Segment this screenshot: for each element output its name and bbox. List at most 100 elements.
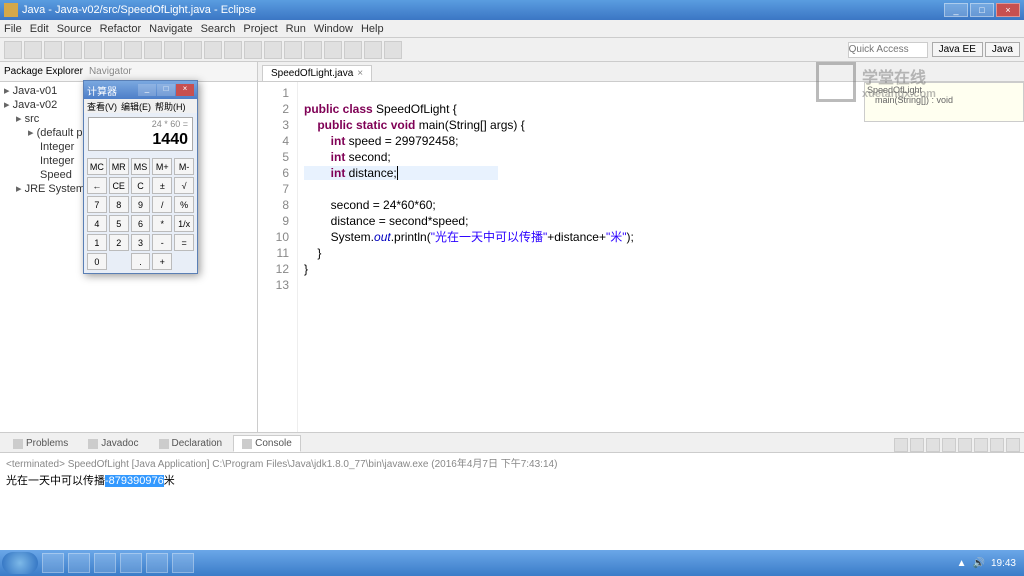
calc-key[interactable]: ← xyxy=(87,177,107,194)
console-btn[interactable] xyxy=(942,438,956,452)
console-output[interactable]: 光在一天中可以传播-879390976米 xyxy=(0,472,1024,488)
taskbar-item[interactable] xyxy=(94,553,116,573)
calc-key[interactable]: 5 xyxy=(109,215,129,232)
calc-key[interactable]: ± xyxy=(152,177,172,194)
toolbar-button[interactable] xyxy=(164,41,182,59)
calc-close[interactable]: × xyxy=(176,84,194,96)
outline-method[interactable]: main(String[]) : void xyxy=(867,95,1021,105)
toolbar-button[interactable] xyxy=(264,41,282,59)
calc-key[interactable]: 0 xyxy=(87,253,107,270)
calc-key[interactable]: . xyxy=(131,253,151,270)
taskbar-item[interactable] xyxy=(68,553,90,573)
menu-help[interactable]: Help xyxy=(361,23,384,35)
calc-key[interactable]: 1 xyxy=(87,234,107,251)
calc-key[interactable]: + xyxy=(152,253,172,270)
menu-edit[interactable]: Edit xyxy=(30,23,49,35)
console-btn[interactable] xyxy=(894,438,908,452)
taskbar-item[interactable] xyxy=(146,553,168,573)
calc-key[interactable]: 3 xyxy=(131,234,151,251)
tab-javadoc[interactable]: Javadoc xyxy=(79,435,147,452)
toolbar-button[interactable] xyxy=(204,41,222,59)
calc-key[interactable]: CE xyxy=(109,177,129,194)
calc-key[interactable]: / xyxy=(152,196,172,213)
toolbar-button[interactable] xyxy=(84,41,102,59)
menu-refactor[interactable]: Refactor xyxy=(100,23,142,35)
maximize-button[interactable]: □ xyxy=(970,3,994,17)
windows-taskbar[interactable]: ▲ 🔊 19:43 xyxy=(0,550,1024,576)
toolbar-button[interactable] xyxy=(184,41,202,59)
console-btn[interactable] xyxy=(926,438,940,452)
toolbar-button[interactable] xyxy=(284,41,302,59)
calc-key[interactable]: 9 xyxy=(131,196,151,213)
close-tab-icon[interactable]: × xyxy=(357,68,363,79)
toolbar-button[interactable] xyxy=(144,41,162,59)
calc-key[interactable]: 4 xyxy=(87,215,107,232)
calc-key[interactable]: C xyxy=(131,177,151,194)
toolbar-button[interactable] xyxy=(244,41,262,59)
toolbar-button[interactable] xyxy=(384,41,402,59)
toolbar-button[interactable] xyxy=(24,41,42,59)
close-button[interactable]: × xyxy=(996,3,1020,17)
console-btn[interactable] xyxy=(910,438,924,452)
quick-access-input[interactable] xyxy=(848,42,928,58)
toolbar-button[interactable] xyxy=(4,41,22,59)
tray-icon[interactable]: 🔊 xyxy=(973,558,985,569)
taskbar-item[interactable] xyxy=(42,553,64,573)
calc-key[interactable]: 6 xyxy=(131,215,151,232)
calc-key[interactable]: MS xyxy=(131,158,151,175)
menu-source[interactable]: Source xyxy=(57,23,92,35)
menu-navigate[interactable]: Navigate xyxy=(149,23,192,35)
calc-key[interactable]: MR xyxy=(109,158,129,175)
minimize-button[interactable]: _ xyxy=(944,3,968,17)
perspective-javaee[interactable]: Java EE xyxy=(932,42,983,57)
calc-key[interactable]: 2 xyxy=(109,234,129,251)
toolbar-button[interactable] xyxy=(104,41,122,59)
calc-key[interactable]: = xyxy=(174,234,194,251)
toolbar-button[interactable] xyxy=(304,41,322,59)
calc-maximize[interactable]: □ xyxy=(157,84,175,96)
calc-key[interactable]: 1/x xyxy=(174,215,194,232)
toolbar-button[interactable] xyxy=(324,41,342,59)
toolbar-button[interactable] xyxy=(124,41,142,59)
tab-problems[interactable]: Problems xyxy=(4,435,77,452)
editor-tab[interactable]: SpeedOfLight.java × xyxy=(262,65,372,81)
view-tab-navigator[interactable]: Navigator xyxy=(89,66,132,77)
toolbar-button[interactable] xyxy=(44,41,62,59)
outline-popup[interactable]: SpeedOfLight main(String[]) : void xyxy=(864,82,1024,122)
console-btn[interactable] xyxy=(1006,438,1020,452)
tray-icon[interactable]: ▲ xyxy=(957,558,967,569)
calc-menu-view[interactable]: 查看(V) xyxy=(87,100,117,113)
code-content[interactable]: public class SpeedOfLight { public stati… xyxy=(298,82,640,432)
tab-declaration[interactable]: Declaration xyxy=(150,435,232,452)
console-btn[interactable] xyxy=(974,438,988,452)
calc-key[interactable]: % xyxy=(174,196,194,213)
perspective-java[interactable]: Java xyxy=(985,42,1020,57)
clock[interactable]: 19:43 xyxy=(991,558,1016,569)
taskbar-item[interactable] xyxy=(120,553,142,573)
calc-key[interactable]: * xyxy=(152,215,172,232)
outline-class[interactable]: SpeedOfLight xyxy=(867,85,1021,95)
menu-window[interactable]: Window xyxy=(314,23,353,35)
view-tab-package-explorer[interactable]: Package Explorer xyxy=(4,66,83,77)
calc-key[interactable]: 7 xyxy=(87,196,107,213)
menu-project[interactable]: Project xyxy=(243,23,277,35)
calc-menu-edit[interactable]: 编辑(E) xyxy=(121,100,151,113)
calc-key[interactable]: M+ xyxy=(152,158,172,175)
toolbar-button[interactable] xyxy=(224,41,242,59)
menu-search[interactable]: Search xyxy=(201,23,236,35)
calc-menu-help[interactable]: 帮助(H) xyxy=(155,100,186,113)
calc-key[interactable]: 8 xyxy=(109,196,129,213)
toolbar-button[interactable] xyxy=(344,41,362,59)
calc-key[interactable]: MC xyxy=(87,158,107,175)
tab-console[interactable]: Console xyxy=(233,435,301,452)
toolbar-button[interactable] xyxy=(64,41,82,59)
code-editor[interactable]: 12345678910111213 public class SpeedOfLi… xyxy=(258,82,1024,432)
calc-key[interactable]: √ xyxy=(174,177,194,194)
toolbar-button[interactable] xyxy=(364,41,382,59)
menu-file[interactable]: File xyxy=(4,23,22,35)
calc-minimize[interactable]: _ xyxy=(138,84,156,96)
taskbar-item[interactable] xyxy=(172,553,194,573)
calc-key[interactable]: M- xyxy=(174,158,194,175)
start-button[interactable] xyxy=(2,552,38,574)
console-btn[interactable] xyxy=(958,438,972,452)
